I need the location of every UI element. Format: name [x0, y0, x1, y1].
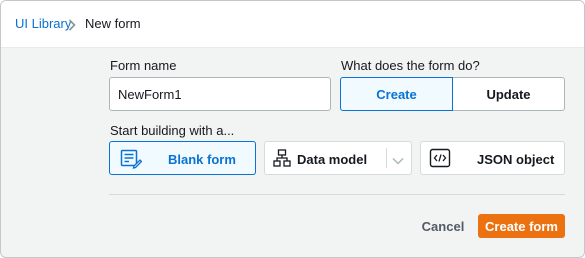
purpose-update-option[interactable]: Update	[453, 77, 565, 111]
data-model-option[interactable]: Data model	[264, 141, 412, 175]
divider	[109, 194, 565, 195]
breadcrumb-current: New form	[85, 16, 141, 31]
blank-form-label: Blank form	[168, 152, 236, 167]
json-object-label: JSON object	[477, 152, 555, 167]
data-model-icon	[273, 149, 291, 170]
chevron-down-icon[interactable]	[392, 153, 404, 168]
start-building-label: Start building with a...	[110, 123, 235, 138]
data-model-label: Data model	[297, 152, 368, 167]
purpose-create-option[interactable]: Create	[340, 77, 453, 111]
divider	[386, 148, 387, 168]
form-name-input[interactable]	[109, 77, 331, 111]
json-object-option[interactable]: JSON object	[420, 141, 565, 175]
breadcrumb-link-ui-library[interactable]: UI Library	[15, 16, 71, 31]
blank-form-option[interactable]: Blank form	[109, 141, 256, 175]
dialog: UI Library New form Form name What does …	[0, 0, 585, 258]
create-form-button[interactable]: Create form	[478, 214, 565, 238]
json-object-icon	[429, 148, 451, 171]
form-name-label: Form name	[110, 58, 177, 73]
blank-form-icon	[120, 149, 143, 172]
form-purpose-label: What does the form do?	[341, 58, 480, 73]
breadcrumb: UI Library New form	[1, 1, 584, 48]
chevron-right-icon	[68, 18, 76, 36]
cancel-button[interactable]: Cancel	[418, 214, 468, 238]
